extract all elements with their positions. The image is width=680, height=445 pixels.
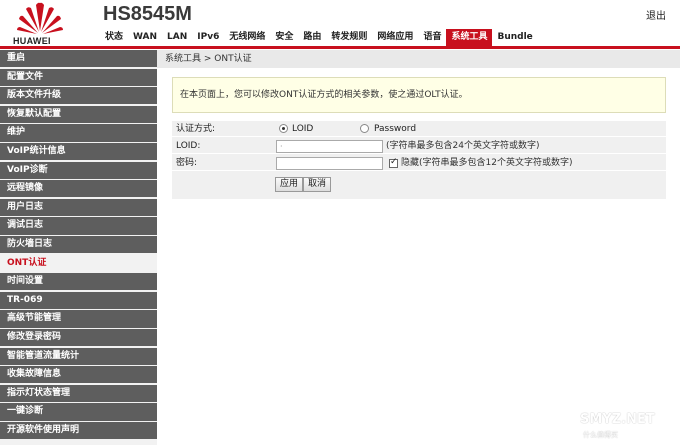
main-content: 系统工具 > ONT认证 在本页面上，您可以修改ONT认证方式的相关参数，使之通… — [157, 50, 680, 445]
sidebar-item-time-settings[interactable]: 时间设置 — [0, 273, 157, 291]
sidebar-item-one-click-diagnose[interactable]: 一键诊断 — [0, 403, 157, 421]
sidebar-item-debug-log[interactable]: 调试日志 — [0, 217, 157, 235]
action-row: 应用 取消 — [172, 177, 666, 197]
nav-route[interactable]: 路由 — [298, 29, 326, 46]
nav-system-tools[interactable]: 系统工具 — [446, 29, 493, 46]
nav-security[interactable]: 安全 — [270, 29, 298, 46]
sidebar-item-traffic-stats[interactable]: 智能管道流量统计 — [0, 347, 157, 365]
device-model: HS8545M — [103, 3, 192, 25]
header: HUAWEI HS8545M 退出 状态 WAN LAN IPv6 无线网络 安… — [0, 0, 680, 49]
top-nav: 状态 WAN LAN IPv6 无线网络 安全 路由 转发规则 网络应用 语音 … — [100, 29, 538, 46]
loid-input[interactable]: · — [276, 140, 383, 153]
auth-mode-row: 认证方式: LOID Password — [172, 121, 666, 137]
ont-auth-form: 认证方式: LOID Password LOID: · (字符串最多包含24个英… — [172, 121, 666, 199]
sidebar-item-open-source-notice[interactable]: 开源软件使用声明 — [0, 421, 157, 440]
password-row: 密码: 隐藏(字符串最多包含12个英文字符或数字) — [172, 155, 666, 171]
sidebar-item-remote-mirror[interactable]: 远程镜像 — [0, 180, 157, 198]
sidebar-item-restore-default[interactable]: 恢复默认配置 — [0, 105, 157, 124]
sidebar-item-voip-stats[interactable]: VoIP统计信息 — [0, 142, 157, 161]
sidebar-item-firmware-upgrade[interactable]: 版本文件升级 — [0, 87, 157, 105]
sidebar-item-firewall-log[interactable]: 防火墙日志 — [0, 235, 157, 254]
password-label: 密码: — [176, 158, 198, 168]
loid-radio-label: LOID — [292, 124, 314, 134]
svg-text:值: 值 — [561, 416, 574, 432]
sidebar-item-tr069[interactable]: TR-069 — [0, 291, 157, 310]
nav-voice[interactable]: 语音 — [418, 29, 446, 46]
hide-password-hint: 隐藏(字符串最多包含12个英文字符或数字) — [401, 158, 573, 168]
password-radio-label: Password — [374, 124, 417, 134]
sidebar-item-power-saving[interactable]: 高级节能管理 — [0, 310, 157, 328]
password-radio[interactable] — [360, 124, 369, 133]
nav-network-apps[interactable]: 网络应用 — [372, 29, 418, 46]
nav-lan[interactable]: LAN — [162, 29, 192, 46]
nav-wireless[interactable]: 无线网络 — [224, 29, 270, 46]
logout-link[interactable]: 退出 — [646, 7, 666, 22]
auth-mode-label: 认证方式: — [176, 124, 216, 134]
sidebar-item-change-password[interactable]: 修改登录密码 — [0, 328, 157, 347]
password-input[interactable] — [276, 157, 383, 170]
nav-ipv6[interactable]: IPv6 — [192, 29, 224, 46]
cancel-button[interactable]: 取消 — [303, 177, 332, 192]
sidebar-item-voip-diagnose[interactable]: VoIP诊断 — [0, 161, 157, 179]
watermark-text: SMYZ.NET — [580, 412, 655, 427]
breadcrumb: 系统工具 > ONT认证 — [157, 50, 680, 68]
nav-underline — [0, 46, 680, 49]
apply-button[interactable]: 应用 — [275, 177, 304, 192]
nav-status[interactable]: 状态 — [100, 29, 128, 46]
nav-bundle[interactable]: Bundle — [492, 29, 537, 46]
sidebar-item-collect-fault-info[interactable]: 收集故障信息 — [0, 366, 157, 384]
loid-hint: (字符串最多包含24个英文字符或数字) — [386, 141, 540, 151]
nav-forward-rules[interactable]: 转发规则 — [326, 29, 372, 46]
loid-label: LOID: — [176, 141, 201, 151]
loid-radio[interactable] — [279, 124, 288, 133]
sidebar: 重启 配置文件 版本文件升级 恢复默认配置 维护 VoIP统计信息 VoIP诊断… — [0, 50, 157, 445]
nav-wan[interactable]: WAN — [128, 29, 162, 46]
sidebar-item-ont-auth[interactable]: ONT认证 — [0, 254, 157, 272]
sidebar-item-maintenance[interactable]: 维护 — [0, 124, 157, 142]
sidebar-item-user-log[interactable]: 用户日志 — [0, 198, 157, 217]
info-notice: 在本页面上，您可以修改ONT认证方式的相关参数，使之通过OLT认证。 — [172, 77, 666, 113]
sidebar-item-config-file[interactable]: 配置文件 — [0, 68, 157, 86]
sidebar-item-reboot[interactable]: 重启 — [0, 50, 157, 68]
watermark-subtext: 什么值得买 — [583, 431, 618, 439]
brand-name: HUAWEI — [13, 36, 51, 46]
sidebar-item-led-management[interactable]: 指示灯状态管理 — [0, 384, 157, 402]
hide-password-checkbox[interactable] — [389, 157, 398, 168]
loid-row: LOID: · (字符串最多包含24个英文字符或数字) — [172, 138, 666, 154]
